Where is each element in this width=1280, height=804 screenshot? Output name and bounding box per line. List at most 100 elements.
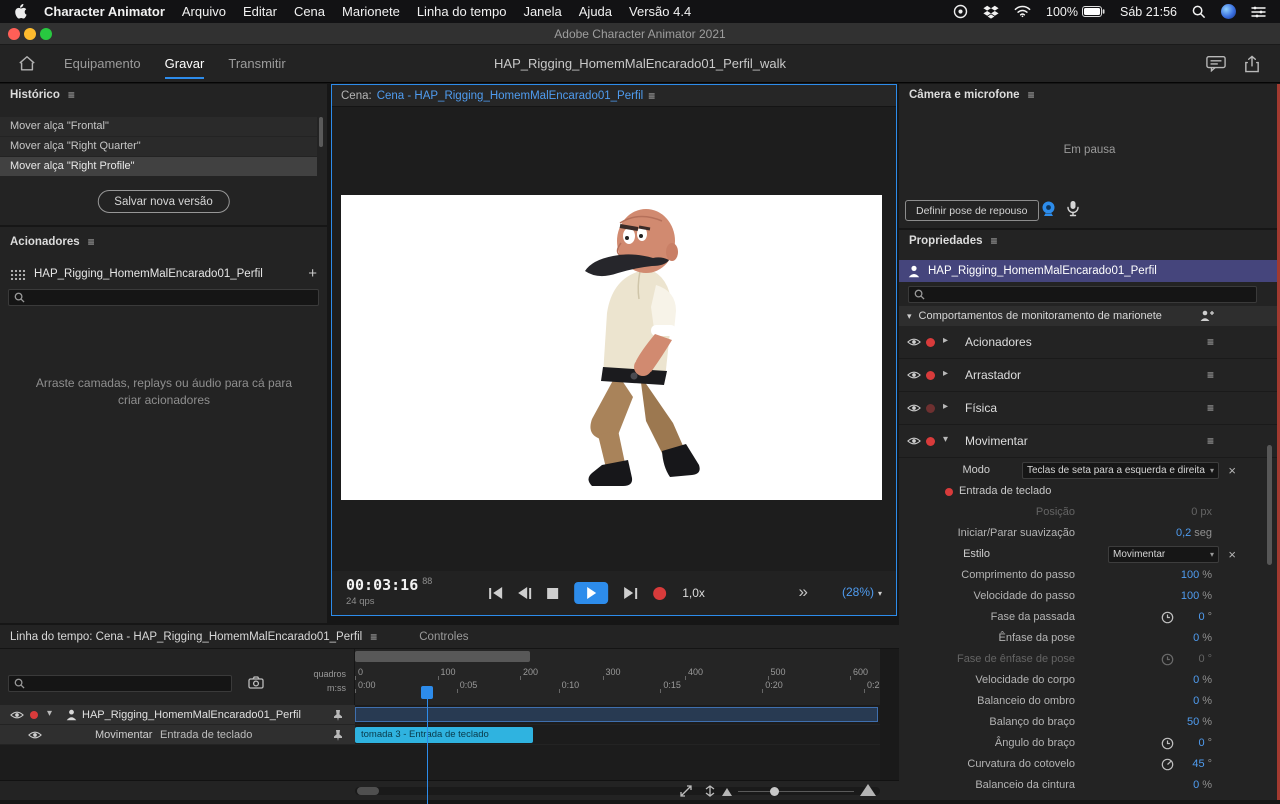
panel-menu-icon[interactable]: ≡ bbox=[1028, 88, 1035, 102]
playback-speed[interactable]: 1,0x bbox=[682, 586, 705, 600]
timecode[interactable]: 00:03:16 bbox=[346, 576, 418, 594]
tab-transmitir[interactable]: Transmitir bbox=[228, 45, 285, 82]
zoom-in-icon[interactable] bbox=[860, 784, 876, 796]
close-icon[interactable]: × bbox=[1228, 462, 1236, 479]
properties-scrollbar[interactable] bbox=[1267, 445, 1272, 565]
previous-frame-button[interactable] bbox=[518, 587, 532, 599]
menu-item-marionete[interactable]: Marionete bbox=[342, 4, 400, 19]
menu-item-editar[interactable]: Editar bbox=[243, 4, 277, 19]
menu-item-arquivo[interactable]: Arquivo bbox=[182, 4, 226, 19]
eye-icon[interactable] bbox=[907, 403, 921, 413]
chevron-right-icon[interactable]: ▸ bbox=[943, 368, 948, 379]
param-value[interactable]: 0% bbox=[1193, 775, 1212, 796]
estilo-select[interactable]: Movimentar ▾ bbox=[1108, 546, 1219, 563]
app-menu[interactable]: Character Animator bbox=[44, 4, 165, 19]
eye-icon[interactable] bbox=[907, 436, 921, 446]
puppet-track-lane[interactable] bbox=[355, 705, 880, 725]
scrollbar-thumb[interactable] bbox=[357, 787, 379, 795]
chevron-down-icon[interactable]: ▾ bbox=[943, 434, 948, 445]
share-icon[interactable] bbox=[1244, 55, 1260, 73]
clock-icon[interactable] bbox=[1161, 653, 1174, 666]
battery-indicator[interactable]: 100% bbox=[1046, 5, 1105, 19]
arm-for-record-dot[interactable] bbox=[926, 371, 935, 380]
behavior-options-icon[interactable]: ≡ bbox=[1207, 401, 1214, 415]
timeline-tab[interactable]: Linha do tempo: Cena - HAP_Rigging_Homem… bbox=[10, 631, 362, 643]
chevron-right-icon[interactable]: ▸ bbox=[943, 401, 948, 412]
scene-link[interactable]: Cena - HAP_Rigging_HomemMalEncarado01_Pe… bbox=[377, 90, 644, 102]
param-value[interactable]: 0% bbox=[1193, 691, 1212, 712]
save-version-button[interactable]: Salvar nova versão bbox=[97, 190, 230, 213]
wifi-icon[interactable] bbox=[1014, 5, 1031, 18]
param-value[interactable]: 0 px bbox=[1191, 502, 1212, 523]
home-icon[interactable] bbox=[18, 55, 36, 72]
arm-for-record-dot[interactable] bbox=[945, 488, 953, 496]
panel-menu-icon[interactable]: ≡ bbox=[370, 630, 377, 644]
panel-menu-icon[interactable]: ≡ bbox=[648, 89, 655, 103]
fast-forward-icon[interactable]: » bbox=[799, 581, 808, 603]
menu-item-vers-o-4-4[interactable]: Versão 4.4 bbox=[629, 4, 691, 19]
control-center-icon[interactable] bbox=[1251, 6, 1266, 18]
apple-menu-icon[interactable] bbox=[14, 4, 27, 19]
fit-timeline-icon[interactable] bbox=[680, 785, 692, 797]
arm-for-record-dot[interactable] bbox=[926, 437, 935, 446]
tab-gravar[interactable]: Gravar bbox=[164, 45, 204, 82]
arm-for-record-dot[interactable] bbox=[30, 711, 38, 719]
eye-icon[interactable] bbox=[907, 370, 921, 380]
dropbox-icon[interactable] bbox=[983, 5, 999, 19]
behavior-track-header[interactable]: Movimentar Entrada de teclado bbox=[0, 725, 355, 745]
param-value[interactable]: 0 ° bbox=[1198, 649, 1212, 670]
properties-search-input[interactable] bbox=[908, 286, 1257, 303]
webcam-icon[interactable] bbox=[1040, 201, 1057, 217]
selected-puppet-row[interactable]: HAP_Rigging_HomemMalEncarado01_Perfil bbox=[899, 260, 1280, 282]
history-scrollbar[interactable] bbox=[319, 117, 323, 147]
param-value[interactable]: 100% bbox=[1181, 565, 1212, 586]
menu-item-ajuda[interactable]: Ajuda bbox=[579, 4, 612, 19]
window-titlebar[interactable]: Adobe Character Animator 2021 bbox=[0, 23, 1280, 45]
pin-icon[interactable] bbox=[333, 709, 343, 721]
panel-menu-icon[interactable]: ≡ bbox=[68, 88, 75, 102]
add-trigger-icon[interactable]: + bbox=[308, 266, 317, 281]
panel-menu-icon[interactable]: ≡ bbox=[88, 235, 95, 249]
take-clip[interactable]: tomada 3 - Entrada de teclado bbox=[355, 727, 533, 743]
puppet-track-bar[interactable] bbox=[355, 707, 878, 722]
record-button[interactable] bbox=[653, 586, 667, 600]
param-value[interactable]: 0% bbox=[1193, 670, 1212, 691]
playhead[interactable] bbox=[421, 686, 433, 699]
menu-item-cena[interactable]: Cena bbox=[294, 4, 325, 19]
trigger-set-row[interactable]: HAP_Rigging_HomemMalEncarado01_Perfil + bbox=[0, 264, 327, 284]
tab-controles[interactable]: Controles bbox=[419, 631, 468, 643]
eye-icon[interactable] bbox=[28, 730, 42, 740]
behaviors-section-header[interactable]: ▾ Comportamentos de monitoramento de mar… bbox=[899, 306, 1280, 326]
behavior-row-movimentar[interactable]: ▾ Movimentar ≡ bbox=[899, 425, 1280, 458]
status-menu-icon[interactable] bbox=[953, 4, 968, 19]
zoom-out-icon[interactable] bbox=[722, 788, 732, 796]
siri-icon[interactable] bbox=[1221, 4, 1236, 19]
clock-icon[interactable] bbox=[1161, 737, 1174, 750]
arm-for-record-dot[interactable] bbox=[926, 338, 935, 347]
spotlight-icon[interactable] bbox=[1192, 5, 1206, 19]
param-value[interactable]: 45 ° bbox=[1192, 754, 1212, 775]
snapshot-camera-icon[interactable] bbox=[248, 676, 264, 689]
param-value[interactable]: 0 ° bbox=[1198, 607, 1212, 628]
param-value[interactable]: 50% bbox=[1187, 712, 1212, 733]
param-value[interactable]: 0% bbox=[1193, 628, 1212, 649]
history-item[interactable]: Mover alça "Right Quarter" bbox=[0, 137, 317, 156]
history-item[interactable]: Mover alça "Right Profile" bbox=[0, 157, 317, 176]
zoom-to-playhead-icon[interactable] bbox=[704, 785, 716, 797]
chevron-right-icon[interactable]: ▸ bbox=[943, 335, 948, 346]
param-value[interactable]: 0 ° bbox=[1198, 733, 1212, 754]
modo-select[interactable]: Teclas de seta para a esquerda e direita… bbox=[1022, 462, 1219, 479]
param-value[interactable]: 100% bbox=[1181, 586, 1212, 607]
behavior-row-acionadores[interactable]: ▸ Acionadores ≡ bbox=[899, 326, 1280, 359]
zoom-slider-handle[interactable] bbox=[770, 787, 779, 796]
behavior-options-icon[interactable]: ≡ bbox=[1207, 335, 1214, 349]
behavior-options-icon[interactable]: ≡ bbox=[1207, 368, 1214, 382]
puppet-track-header[interactable]: ▾ HAP_Rigging_HomemMalEncarado01_Perfil bbox=[0, 705, 355, 725]
render-quality-dropdown[interactable]: (28%) ▾ bbox=[842, 585, 882, 599]
work-area-bar[interactable] bbox=[355, 651, 530, 662]
captions-icon[interactable] bbox=[1206, 55, 1226, 72]
timeline-ruler[interactable]: 0 100 200 300 400 500 600 0:00 0:05 0:10 0:15 0:20… bbox=[355, 649, 885, 804]
tab-equipamento[interactable]: Equipamento bbox=[64, 45, 141, 82]
behavior-row-arrastador[interactable]: ▸ Arrastador ≡ bbox=[899, 359, 1280, 392]
timeline-search-input[interactable] bbox=[8, 675, 232, 692]
